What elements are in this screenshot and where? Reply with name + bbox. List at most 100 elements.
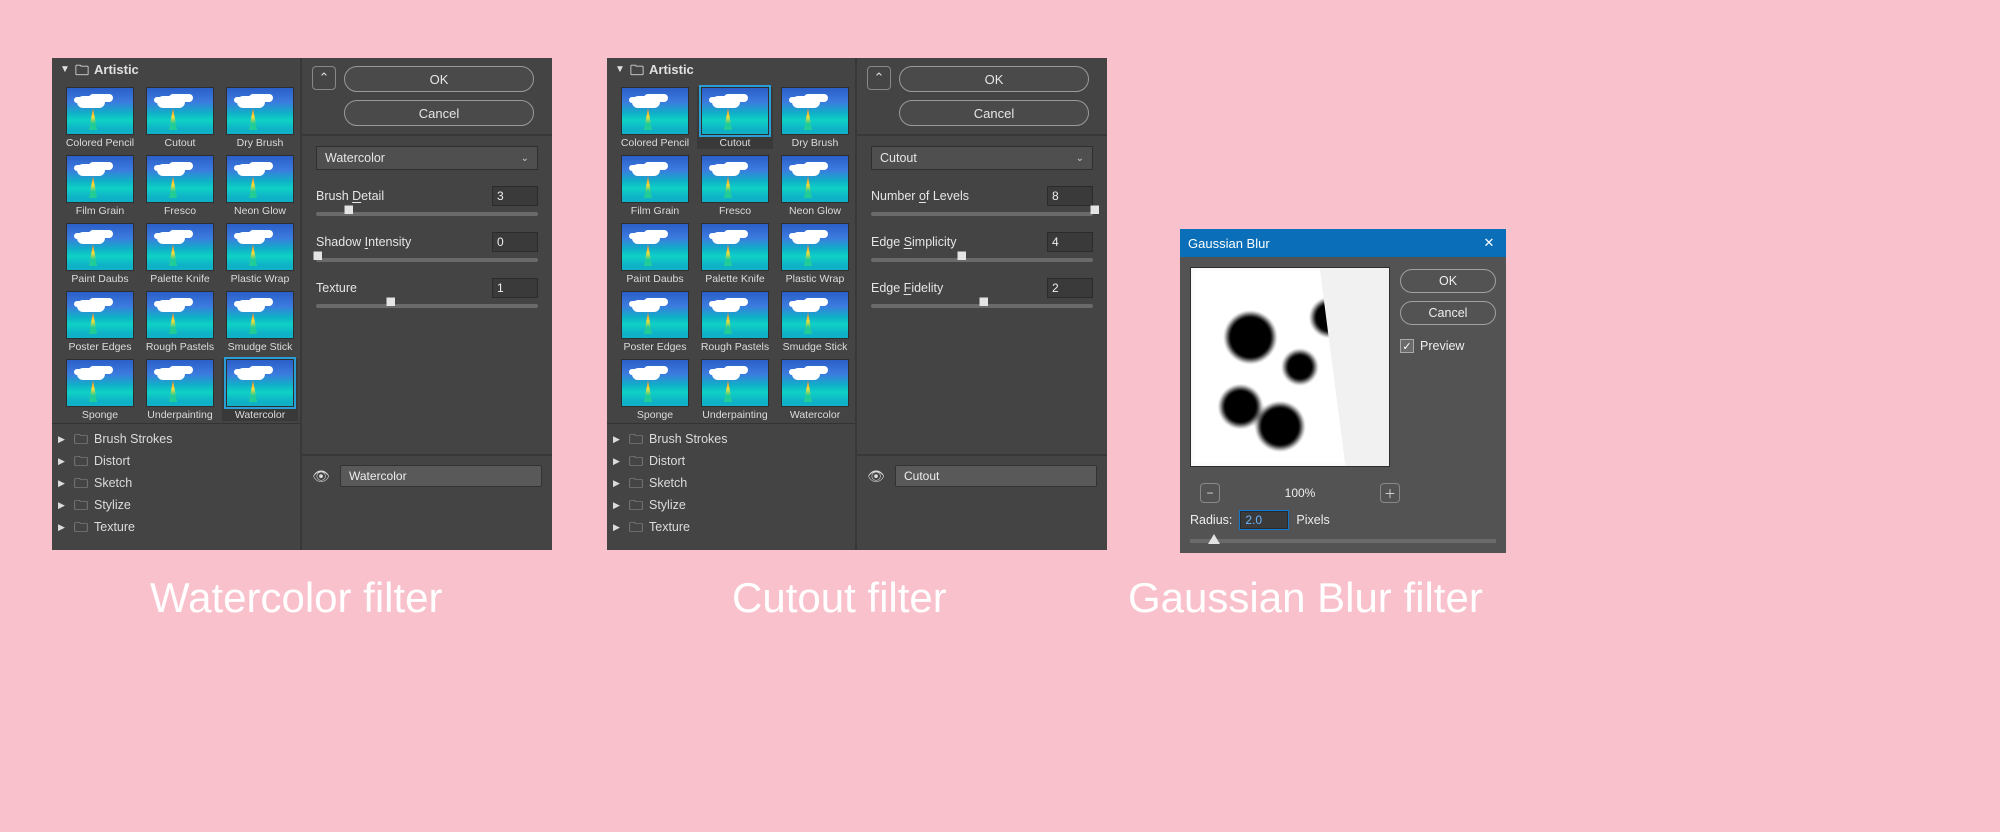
chevron-right-icon: ▶ [613,478,623,489]
thumb-film-grain[interactable]: Film Grain [62,155,138,217]
param-slider[interactable] [316,304,538,308]
preview-checkbox[interactable]: ✓ Preview [1400,339,1496,353]
thumb-label: Dry Brush [222,135,298,149]
thumb-smudge-stick[interactable]: Smudge Stick [222,291,298,353]
thumb-watercolor[interactable]: Watercolor [222,359,298,421]
folder-icon: 🗀 [75,63,89,77]
category-artistic-header[interactable]: ▼ 🗀 Artistic [52,58,300,81]
gaussian-preview[interactable] [1190,267,1390,467]
category-sketch[interactable]: ▶🗀Sketch [607,472,855,494]
thumb-label: Cutout [142,135,218,149]
thumb-neon-glow[interactable]: Neon Glow [777,155,853,217]
category-distort[interactable]: ▶🗀Distort [607,450,855,472]
thumb-rough-pastels[interactable]: Rough Pastels [697,291,773,353]
param-value-input[interactable] [492,278,538,298]
thumb-paint-daubs[interactable]: Paint Daubs [617,223,693,285]
thumb-rough-pastels[interactable]: Rough Pastels [142,291,218,353]
thumb-film-grain[interactable]: Film Grain [617,155,693,217]
thumb-label: Film Grain [617,203,693,217]
param-value-input[interactable] [492,186,538,206]
close-icon[interactable]: ✕ [1478,235,1500,251]
category-stylize[interactable]: ▶🗀Stylize [607,494,855,516]
param-value-input[interactable] [1047,232,1093,252]
category-stylize[interactable]: ▶🗀Stylize [52,494,300,516]
thumb-colored-pencil[interactable]: Colored Pencil [62,87,138,149]
thumb-dry-brush[interactable]: Dry Brush [222,87,298,149]
param-label: Brush Detail [316,189,384,203]
thumb-label: Underpainting [697,407,773,421]
category-distort[interactable]: ▶🗀Distort [52,450,300,472]
ok-button[interactable]: OK [344,66,534,92]
param-slider[interactable] [316,212,538,216]
thumb-poster-edges[interactable]: Poster Edges [617,291,693,353]
thumb-fresco[interactable]: Fresco [142,155,218,217]
filter-select[interactable]: Watercolor ⌄ [316,146,538,170]
thumb-palette-knife[interactable]: Palette Knife [697,223,773,285]
filter-gallery-watercolor: ▼ 🗀 Artistic Colored Pencil Cutout Dry Bru… [52,58,552,550]
chevron-down-icon: ⌄ [1076,153,1084,164]
thumb-image [146,87,214,135]
thumb-label: Rough Pastels [142,339,218,353]
thumb-plastic-wrap[interactable]: Plastic Wrap [777,223,853,285]
zoom-out-button[interactable]: − [1200,483,1220,503]
param-slider[interactable] [871,212,1093,216]
param-slider[interactable] [871,304,1093,308]
dialog-titlebar[interactable]: Gaussian Blur ✕ [1180,229,1506,257]
thumb-label: Neon Glow [222,203,298,217]
category-texture[interactable]: ▶🗀Texture [52,516,300,538]
radius-slider[interactable] [1190,539,1496,543]
thumb-image [701,87,769,135]
thumb-cutout[interactable]: Cutout [142,87,218,149]
radius-input[interactable] [1240,511,1288,529]
applied-filter-chip[interactable]: Cutout [895,465,1097,487]
category-artistic-header[interactable]: ▼ 🗀 Artistic [607,58,855,81]
category-brush-strokes[interactable]: ▶🗀Brush Strokes [52,428,300,450]
thumb-plastic-wrap[interactable]: Plastic Wrap [222,223,298,285]
param-slider[interactable] [871,258,1093,262]
zoom-in-button[interactable]: ＋ [1380,483,1400,503]
thumb-neon-glow[interactable]: Neon Glow [222,155,298,217]
thumb-poster-edges[interactable]: Poster Edges [62,291,138,353]
gallery-categories-pane: ▼ 🗀 Artistic Colored Pencil Cutout Dry Bru… [52,58,302,550]
thumb-sponge[interactable]: Sponge [617,359,693,421]
param-value-input[interactable] [1047,186,1093,206]
visibility-eye-icon[interactable]: 👁 [312,468,330,485]
thumb-palette-knife[interactable]: Palette Knife [142,223,218,285]
thumb-smudge-stick[interactable]: Smudge Stick [777,291,853,353]
thumb-watercolor[interactable]: Watercolor [777,359,853,421]
cancel-button[interactable]: Cancel [899,100,1089,126]
category-brush-strokes[interactable]: ▶🗀Brush Strokes [607,428,855,450]
thumb-dry-brush[interactable]: Dry Brush [777,87,853,149]
thumb-cutout[interactable]: Cutout [697,87,773,149]
cancel-button[interactable]: Cancel [344,100,534,126]
thumb-image [226,87,294,135]
thumb-image [146,223,214,271]
param-value-input[interactable] [1047,278,1093,298]
thumb-underpainting[interactable]: Underpainting [142,359,218,421]
thumb-fresco[interactable]: Fresco [697,155,773,217]
applied-filter-chip[interactable]: Watercolor [340,465,542,487]
thumb-underpainting[interactable]: Underpainting [697,359,773,421]
thumb-colored-pencil[interactable]: Colored Pencil [617,87,693,149]
thumb-paint-daubs[interactable]: Paint Daubs [62,223,138,285]
ok-button[interactable]: OK [1400,269,1496,293]
thumb-sponge[interactable]: Sponge [62,359,138,421]
thumb-image [701,359,769,407]
param-number-of-levels: Number of Levels [871,186,1093,216]
filter-select[interactable]: Cutout ⌄ [871,146,1093,170]
thumb-label: Plastic Wrap [222,271,298,285]
visibility-eye-icon[interactable]: 👁 [867,468,885,485]
slider-handle[interactable] [1208,534,1220,544]
param-slider[interactable] [316,258,538,262]
preview-image [1191,268,1389,466]
cancel-button[interactable]: Cancel [1400,301,1496,325]
param-value-input[interactable] [492,232,538,252]
collapse-params-button[interactable]: ⌃ [312,66,336,90]
category-sketch[interactable]: ▶🗀Sketch [52,472,300,494]
collapse-params-button[interactable]: ⌃ [867,66,891,90]
category-texture[interactable]: ▶🗀Texture [607,516,855,538]
thumb-label: Film Grain [62,203,138,217]
thumb-label: Colored Pencil [62,135,138,149]
ok-button[interactable]: OK [899,66,1089,92]
chevron-right-icon: ▶ [58,434,68,445]
